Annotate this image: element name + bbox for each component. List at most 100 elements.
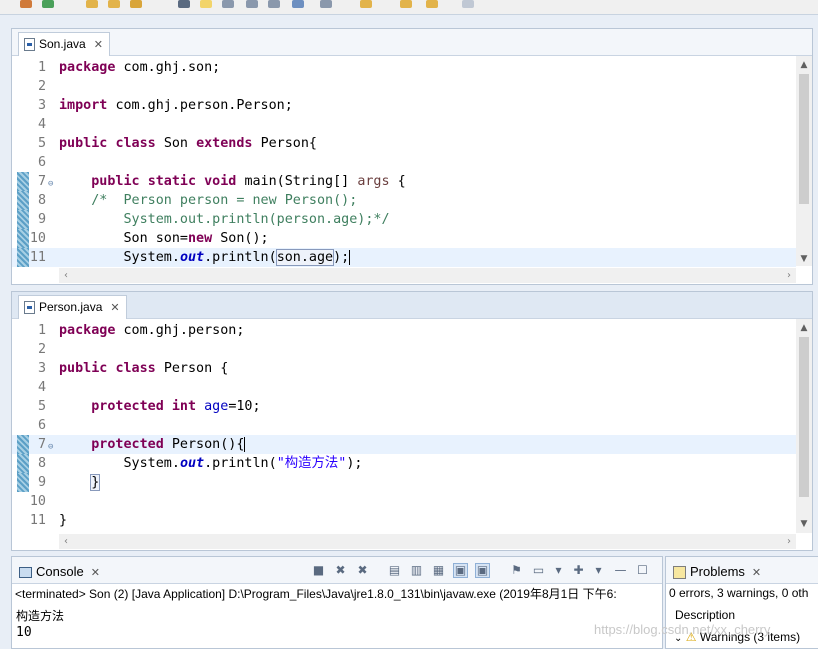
toolbar-icon[interactable] (108, 0, 120, 8)
code-line[interactable]: 4 (12, 378, 796, 397)
clear-console-icon[interactable]: ▤ (388, 564, 401, 577)
code-line[interactable]: 7 ⊖ protected Person(){ (12, 435, 796, 454)
code-line[interactable]: 8 System.out.println("构造方法"); (12, 454, 796, 473)
scroll-thumb[interactable] (799, 74, 809, 204)
code-line[interactable]: 10 Son son=new Son(); (12, 229, 796, 248)
toolbar-icon[interactable] (178, 0, 190, 8)
close-icon[interactable]: ✕ (752, 567, 761, 579)
toolbar-icon[interactable] (268, 0, 280, 8)
toolbar-icon[interactable] (42, 0, 54, 8)
line-number: 3 (37, 98, 46, 113)
code-line[interactable]: 1 package com.ghj.person; (12, 321, 796, 340)
close-icon[interactable]: ✕ (110, 297, 119, 319)
code-token: age (204, 399, 229, 414)
scroll-down-icon[interactable]: ▼ (796, 517, 812, 531)
remove-launch-icon[interactable]: ✖ (334, 564, 347, 577)
toolbar-icon[interactable] (426, 0, 438, 8)
code-token: System.out.println(person.age);*/ (91, 212, 390, 227)
horizontal-scrollbar[interactable]: ‹ › (59, 534, 796, 549)
code-line[interactable]: 6 (12, 416, 796, 435)
scroll-left-icon[interactable]: ‹ (59, 534, 73, 549)
toolbar-icon[interactable] (292, 0, 304, 8)
close-icon[interactable]: ✕ (94, 34, 103, 56)
code-line[interactable]: 6 (12, 153, 796, 172)
remove-all-icon[interactable]: ✖ (356, 564, 369, 577)
code-line[interactable]: 11 System.out.println(son.age); (12, 248, 796, 267)
vertical-scrollbar[interactable]: ▲ ▼ (796, 319, 812, 533)
person-code-area[interactable]: ▲ ▼ ‹ › 1 package com.ghj.person; 2 3 public… (12, 319, 812, 550)
code-line[interactable]: 8 /* Person person = new Person(); (12, 191, 796, 210)
maximize-icon[interactable]: ☐ (636, 564, 649, 577)
code-line[interactable]: 2 (12, 77, 796, 96)
show-on-stderr-icon[interactable]: ▣ (475, 563, 490, 578)
toolbar-icon[interactable] (246, 0, 258, 8)
toolbar-icon[interactable] (400, 0, 412, 8)
code-token: Person() (163, 437, 237, 452)
toolbar-icon[interactable] (462, 0, 474, 8)
code-line[interactable]: 11} (12, 511, 796, 530)
terminate-icon[interactable]: ■ (312, 564, 325, 577)
code-line[interactable]: 1 package com.ghj.son; (12, 58, 796, 77)
line-number: 1 (37, 60, 46, 75)
scroll-right-icon[interactable]: › (782, 534, 796, 549)
tab-console[interactable]: Console ✕ (16, 561, 100, 583)
code-line[interactable]: 5 protected int age=10; (12, 397, 796, 416)
toolbar-icon[interactable] (360, 0, 372, 8)
code-text: System.out.println(person.age);*/ (59, 210, 390, 229)
scroll-up-icon[interactable]: ▲ (796, 321, 812, 335)
toolbar-icon[interactable] (86, 0, 98, 8)
code-line[interactable]: 3 public class Person { (12, 359, 796, 378)
tab-problems[interactable]: Problems ✕ (670, 561, 761, 583)
display-console-icon[interactable]: ▭ (532, 564, 545, 577)
pin-console-icon[interactable]: ⚑ (510, 564, 523, 577)
toolbar-icon[interactable] (20, 0, 32, 8)
close-icon[interactable]: ✕ (91, 567, 100, 579)
line-number: 10 (29, 494, 46, 509)
code-line[interactable]: 9 } (12, 473, 796, 492)
toolbar-icon[interactable] (200, 0, 212, 8)
line-number: 3 (37, 361, 46, 376)
code-token: { (389, 174, 406, 189)
code-keyword: class (115, 361, 156, 376)
scroll-right-icon[interactable]: › (782, 268, 796, 283)
code-text: protected int age=10; (59, 397, 260, 416)
son-code-area[interactable]: ▲ ▼ ‹ › 1 package com.ghj.son; 2 3 import co… (12, 56, 812, 284)
code-line[interactable]: 4 (12, 115, 796, 134)
tab-son-java[interactable]: Son.java ✕ (18, 32, 110, 56)
code-token: Son son= (59, 231, 188, 246)
minimize-icon[interactable]: — (614, 564, 627, 577)
code-line[interactable]: 2 (12, 340, 796, 359)
code-line[interactable]: 9 System.out.println(person.age);*/ (12, 210, 796, 229)
scroll-lock-icon[interactable]: ▥ (410, 564, 423, 577)
word-wrap-icon[interactable]: ▦ (432, 564, 445, 577)
scroll-up-icon[interactable]: ▲ (796, 58, 812, 72)
vertical-scrollbar[interactable]: ▲ ▼ (796, 56, 812, 266)
open-console-icon[interactable]: ✚ (572, 564, 585, 577)
toolbar-icon[interactable] (222, 0, 234, 8)
toolbar-icon[interactable] (320, 0, 332, 8)
scroll-down-icon[interactable]: ▼ (796, 252, 812, 266)
scroll-thumb[interactable] (799, 337, 809, 497)
code-line[interactable]: 5 public class Son extends Person{ (12, 134, 796, 153)
code-token: "构造方法" (276, 456, 347, 471)
dropdown-icon[interactable]: ▾ (592, 564, 605, 577)
code-keyword: int (171, 399, 197, 414)
line-number: 11 (29, 250, 46, 265)
java-file-icon (24, 38, 35, 51)
code-line[interactable]: 7 ⊖ public static void main(String[] args… (12, 172, 796, 191)
toolbar-icon[interactable] (130, 0, 142, 8)
code-text: package com.ghj.person; (59, 321, 244, 340)
watermark: https://blog.csdn.net/xx_cherry (594, 622, 771, 637)
problems-column-header[interactable]: Description (675, 608, 735, 622)
horizontal-scrollbar[interactable]: ‹ › (59, 268, 796, 283)
show-on-stdout-icon[interactable]: ▣ (453, 563, 468, 578)
code-text: System.out.println("构造方法"); (59, 454, 362, 473)
code-text: protected Person(){ (59, 435, 246, 454)
dropdown-icon[interactable]: ▾ (552, 564, 565, 577)
person-editor-tabstrip: Person.java ✕ (12, 292, 812, 319)
code-line[interactable]: 3 import com.ghj.person.Person; (12, 96, 796, 115)
scroll-left-icon[interactable]: ‹ (59, 268, 73, 283)
code-line[interactable]: 10 (12, 492, 796, 511)
code-text: public class Person { (59, 359, 228, 378)
tab-person-java[interactable]: Person.java ✕ (18, 295, 127, 319)
